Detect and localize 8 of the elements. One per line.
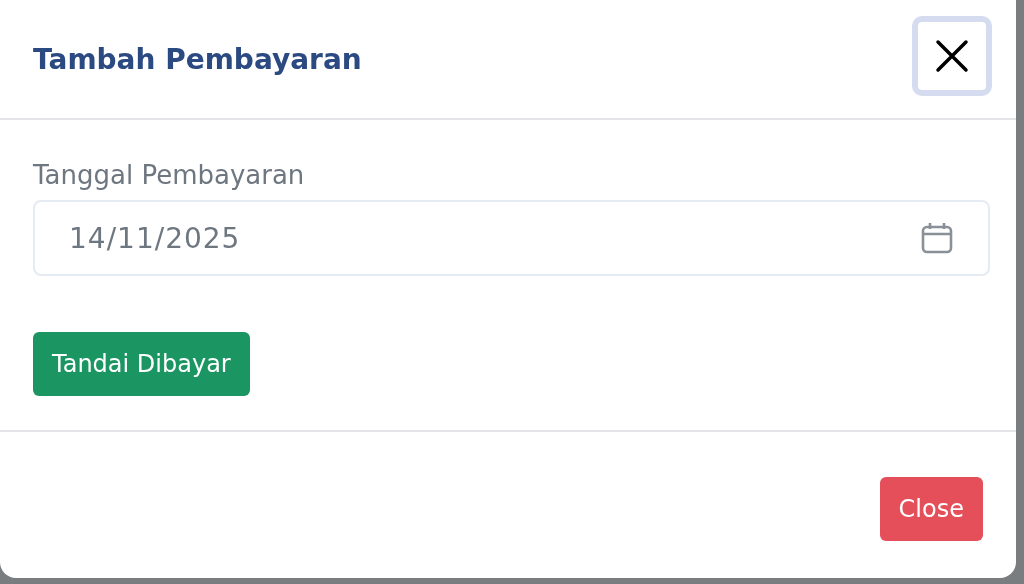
field-label: Tanggal Pembayaran <box>33 160 305 190</box>
modal-title: Tambah Pembayaran <box>33 42 362 76</box>
calendar-icon[interactable] <box>920 221 954 255</box>
close-button[interactable] <box>912 16 992 96</box>
close-icon <box>935 39 969 73</box>
date-field[interactable]: 14/11/2025 <box>33 200 990 276</box>
mark-paid-button[interactable]: Tandai Dibayar <box>33 332 250 396</box>
close-button[interactable]: Close <box>879 477 983 541</box>
